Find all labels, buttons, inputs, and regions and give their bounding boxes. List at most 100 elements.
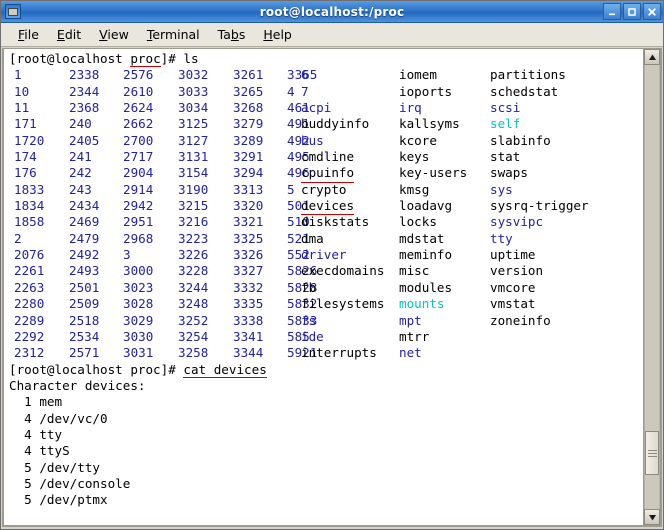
ls-entry: 3216 [178, 214, 209, 230]
device-major: 5 [9, 492, 40, 508]
ls-entry: 3326 [233, 247, 264, 263]
menu-item-terminal[interactable]: Terminal [138, 25, 209, 44]
ls-entry: 3252 [178, 312, 209, 328]
ls-entry: interrupts [301, 345, 377, 361]
prompt-cwd: proc [130, 51, 161, 67]
prompt-suffix: ]# [160, 51, 184, 66]
ls-row: 2292 2534 3030 3254 3341 585 ide mtrr [9, 329, 643, 345]
ls-entry: 3341 [233, 328, 264, 344]
ls-entry: mtrr [399, 328, 430, 344]
menu-item-edit[interactable]: Edit [48, 25, 90, 44]
ls-entry: 3335 [233, 296, 264, 312]
ls-entry: kmsg [399, 181, 430, 197]
ls-entry: 2493 [69, 263, 100, 279]
ls-entry: 1833 [14, 181, 45, 197]
terminal-screen[interactable]: [root@localhost proc]# ls 1 2338 2576 3032 32… [4, 49, 643, 525]
scrollbar-track[interactable] [644, 65, 660, 509]
ls-entry: buddyinfo [301, 116, 370, 132]
ls-entry: 2492 [69, 247, 100, 263]
ls-entry: 3023 [123, 279, 154, 295]
ls-entry: swaps [490, 165, 528, 181]
ls-entry: 171 [14, 116, 37, 132]
ls-entry: 2904 [123, 165, 154, 181]
ls-entry: 3031 [123, 345, 154, 361]
ls-entry: execdomains [301, 263, 385, 279]
ls-entry: 2968 [123, 230, 154, 246]
ls-row: 2261 2493 3000 3228 3327 5826 execdomains misc v… [9, 263, 643, 279]
terminal-window: root@localhost:/proc File Edit View Term… [0, 0, 664, 530]
device-major: 5 [9, 475, 40, 491]
prompt-line: [root@localhost proc]# ls [9, 51, 643, 67]
cat-output-row: 4 /dev/vc/0 [9, 411, 643, 427]
ls-entry: 3320 [233, 198, 264, 214]
ls-entry: slabinfo [490, 132, 551, 148]
ls-entry: 11 [14, 100, 30, 116]
ls-entry: 3327 [233, 263, 264, 279]
ls-entry: locks [399, 214, 437, 230]
device-name: /dev/tty [39, 459, 101, 475]
ls-entry: 2344 [69, 83, 100, 99]
ls-entry: version [490, 263, 544, 279]
ls-row: 1 2338 2576 3032 3261 3365 6 iomem partitions [9, 67, 643, 83]
ls-entry: 243 [69, 181, 92, 197]
close-icon[interactable] [643, 3, 661, 20]
window-title: root@localhost:/proc [259, 4, 405, 19]
ls-entry: uptime [490, 247, 536, 263]
ls-entry: 3261 [233, 67, 264, 83]
ls-entry: 2571 [69, 345, 100, 361]
ls-entry: 2263 [14, 279, 45, 295]
device-major: 4 [9, 410, 40, 426]
ls-entry: 2292 [14, 328, 45, 344]
maximize-icon[interactable] [623, 3, 641, 20]
ls-entry: 1834 [14, 198, 45, 214]
triangle-down-icon[interactable] [644, 509, 660, 525]
ls-row: 176 242 2904 3154 3294 496 cpuinfo key-users swa… [9, 165, 643, 183]
ls-entry: vmcore [490, 279, 536, 295]
ls-entry: 1720 [14, 132, 45, 148]
ls-entry: fb [301, 279, 317, 295]
ls-entry: 3258 [178, 345, 209, 361]
scrollbar[interactable] [643, 49, 660, 525]
ls-entry: mdstat [399, 230, 445, 246]
ls-entry: crypto [301, 181, 347, 197]
ls-entry: diskstats [301, 214, 370, 230]
ls-entry: 2434 [69, 198, 100, 214]
ls-entry: 2280 [14, 296, 45, 312]
ls-entry: filesystems [301, 296, 385, 312]
title-bar[interactable]: root@localhost:/proc [1, 1, 663, 23]
menu-item-file[interactable]: File [9, 25, 48, 44]
ls-entry: tty [490, 230, 513, 246]
ls-entry: 3226 [178, 247, 209, 263]
ls-entry: 3030 [123, 328, 154, 344]
triangle-up-icon[interactable] [644, 49, 660, 65]
ls-entry: 2405 [69, 132, 100, 148]
minimize-icon[interactable] [603, 3, 621, 20]
ls-entry: 176 [14, 165, 37, 181]
ls-entry: 3032 [178, 67, 209, 83]
ls-entry: 2338 [69, 67, 100, 83]
ls-entry: 3131 [178, 149, 209, 165]
ls-entry: 3254 [178, 328, 209, 344]
ls-entry: 2518 [69, 312, 100, 328]
menu-item-help[interactable]: Help [254, 25, 301, 44]
menu-item-view[interactable]: View [90, 25, 138, 44]
ls-row: 11 2368 2624 3034 3268 461 acpi irq scsi [9, 100, 643, 116]
menu-bar: File Edit View Terminal Tabs Help [1, 23, 663, 47]
ls-entry: 2 [14, 230, 22, 246]
device-name: /dev/vc/0 [39, 410, 108, 426]
ls-entry: 3313 [233, 181, 264, 197]
window-controls [603, 3, 661, 20]
ls-row: 2263 2501 3023 3244 3332 5828 fb modules vmcore [9, 280, 643, 296]
ls-entry: 1858 [14, 214, 45, 230]
device-major: 4 [9, 443, 40, 459]
ls-row: 2 2479 2968 3223 3325 521 dma mdstat tty [9, 231, 643, 247]
menu-item-tabs[interactable]: Tabs [209, 25, 255, 44]
ls-entry: 3 [123, 247, 131, 263]
ls-row: 1834 2434 2942 3215 3320 501 devices loadavg sys… [9, 198, 643, 216]
ls-entry: cmdline [301, 149, 355, 165]
scrollbar-thumb[interactable] [645, 431, 659, 475]
prompt-prefix: [root@localhost [9, 51, 131, 66]
ls-entry: 3034 [178, 100, 209, 116]
ls-entry: 3000 [123, 263, 154, 279]
ls-entry: 3248 [178, 296, 209, 312]
